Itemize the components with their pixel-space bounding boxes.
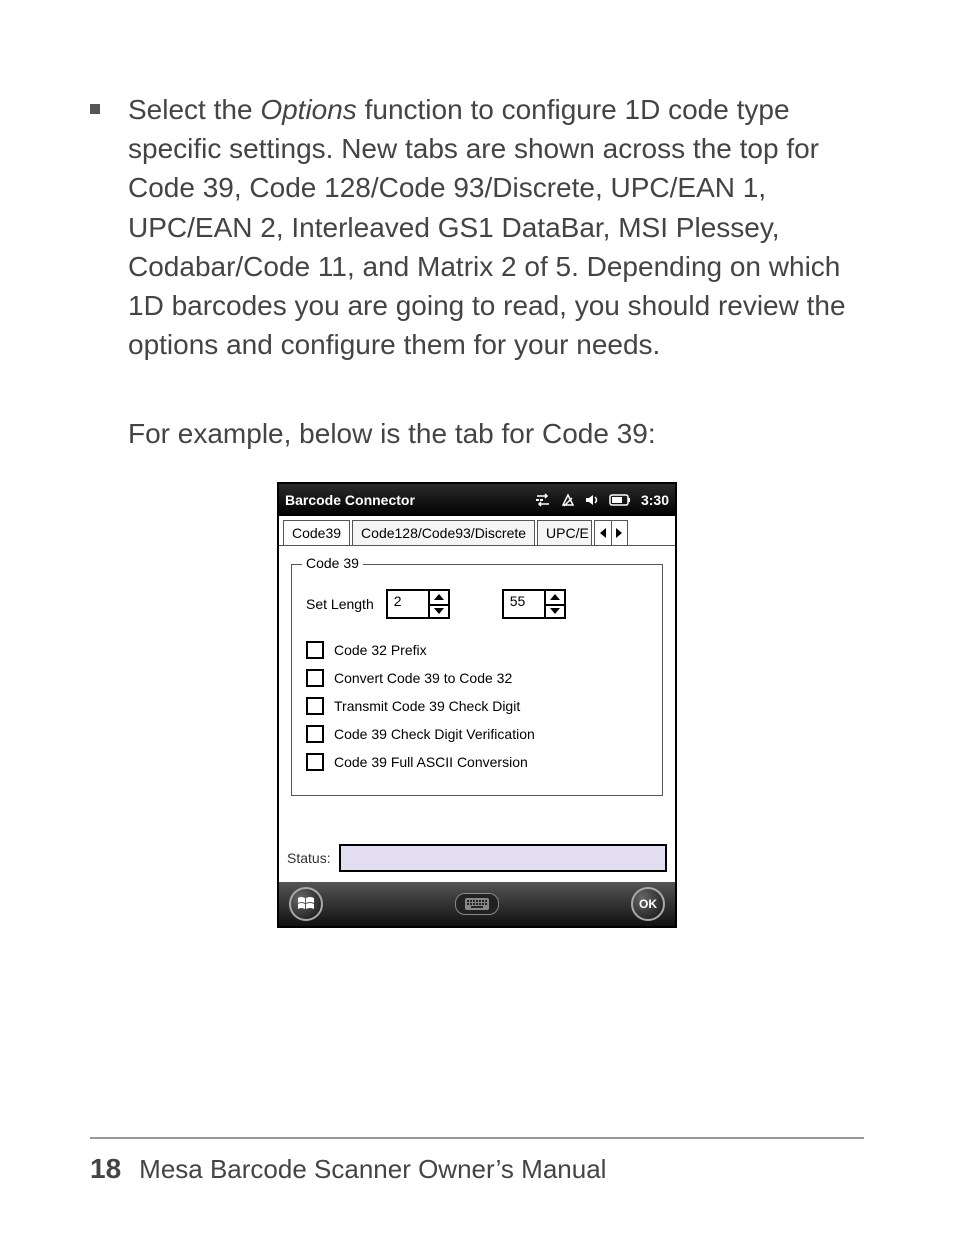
code39-group: Code 39 Set Length 2 55	[291, 564, 663, 796]
tab-scroll-left-button[interactable]	[595, 521, 611, 545]
start-button[interactable]	[289, 887, 323, 921]
page-number: 18	[90, 1153, 121, 1185]
length-max-down-button[interactable]	[546, 604, 566, 619]
bullet-square-icon	[90, 104, 100, 114]
checkbox-full-ascii-conversion[interactable]	[306, 753, 324, 771]
tab-upce[interactable]: UPC/E	[537, 520, 592, 545]
checkbox-code32-prefix[interactable]	[306, 641, 324, 659]
checkbox-label: Transmit Code 39 Check Digit	[334, 698, 520, 714]
text-pre: Select the	[128, 94, 260, 125]
text-post: function to configure 1D code type speci…	[128, 94, 846, 360]
bullet-paragraph: Select the Options function to configure…	[90, 90, 864, 364]
triangle-up-icon	[550, 594, 560, 600]
code39-panel: Code 39 Set Length 2 55	[279, 546, 675, 820]
checkbox-label: Convert Code 39 to Code 32	[334, 670, 512, 686]
windows-flag-icon	[296, 894, 316, 914]
length-min-stepper[interactable]: 2	[386, 589, 450, 619]
tab-code128[interactable]: Code128/Code93/Discrete	[352, 520, 535, 545]
tab-code39[interactable]: Code39	[283, 520, 350, 545]
tab-strip: Code39 Code128/Code93/Discrete UPC/E	[279, 516, 675, 546]
ok-button-label: OK	[639, 897, 657, 911]
status-row: Status:	[279, 844, 675, 882]
checkbox-row-convert: Convert Code 39 to Code 32	[306, 669, 648, 687]
sip-keyboard-button[interactable]	[455, 893, 499, 915]
triangle-up-icon	[434, 594, 444, 600]
device-screenshot: Barcode Connector 3:30 Code39 Code128/C	[277, 482, 677, 928]
bottom-bar: OK	[279, 882, 675, 926]
window-titlebar: Barcode Connector 3:30	[279, 484, 675, 516]
manual-page: Select the Options function to configure…	[0, 0, 954, 1235]
length-max-value[interactable]: 55	[502, 589, 546, 619]
window-title: Barcode Connector	[285, 492, 535, 508]
status-field	[339, 844, 667, 872]
checkbox-label: Code 39 Full ASCII Conversion	[334, 754, 528, 770]
triangle-down-icon	[550, 608, 560, 614]
group-legend: Code 39	[302, 555, 363, 571]
set-length-row: Set Length 2 55	[306, 589, 648, 619]
ok-button[interactable]: OK	[631, 887, 665, 921]
footer-title: Mesa Barcode Scanner Owner’s Manual	[139, 1154, 606, 1185]
checkbox-label: Code 39 Check Digit Verification	[334, 726, 535, 742]
keyboard-icon	[465, 898, 489, 910]
bullet-text: Select the Options function to configure…	[128, 90, 864, 364]
text-italic-options: Options	[260, 94, 357, 125]
checkbox-transmit-check-digit[interactable]	[306, 697, 324, 715]
checkbox-row-check-digit-verification: Code 39 Check Digit Verification	[306, 725, 648, 743]
tab-scroll-buttons	[594, 520, 628, 545]
checkbox-row-transmit-check-digit: Transmit Code 39 Check Digit	[306, 697, 648, 715]
checkbox-row-code32-prefix: Code 32 Prefix	[306, 641, 648, 659]
connectivity-icon	[535, 493, 551, 507]
checkbox-label: Code 32 Prefix	[334, 642, 427, 658]
length-min-down-button[interactable]	[430, 604, 450, 619]
paragraph-example: For example, below is the tab for Code 3…	[128, 414, 864, 453]
volume-icon	[585, 493, 599, 507]
status-label: Status:	[287, 850, 331, 866]
length-max-up-button[interactable]	[546, 589, 566, 604]
length-min-up-button[interactable]	[430, 589, 450, 604]
triangle-left-icon	[599, 528, 607, 538]
page-footer: 18 Mesa Barcode Scanner Owner’s Manual	[90, 1137, 864, 1185]
checkbox-check-digit-verification[interactable]	[306, 725, 324, 743]
checkbox-convert-code39-to-32[interactable]	[306, 669, 324, 687]
clock-text: 3:30	[641, 492, 669, 508]
triangle-down-icon	[434, 608, 444, 614]
status-icons: 3:30	[535, 492, 669, 508]
battery-icon	[609, 494, 631, 506]
checkbox-row-full-ascii: Code 39 Full ASCII Conversion	[306, 753, 648, 771]
set-length-label: Set Length	[306, 596, 374, 612]
signal-icon	[561, 493, 575, 507]
tab-scroll-right-button[interactable]	[611, 521, 627, 545]
length-min-value[interactable]: 2	[386, 589, 430, 619]
length-max-stepper[interactable]: 55	[502, 589, 566, 619]
triangle-right-icon	[615, 528, 623, 538]
